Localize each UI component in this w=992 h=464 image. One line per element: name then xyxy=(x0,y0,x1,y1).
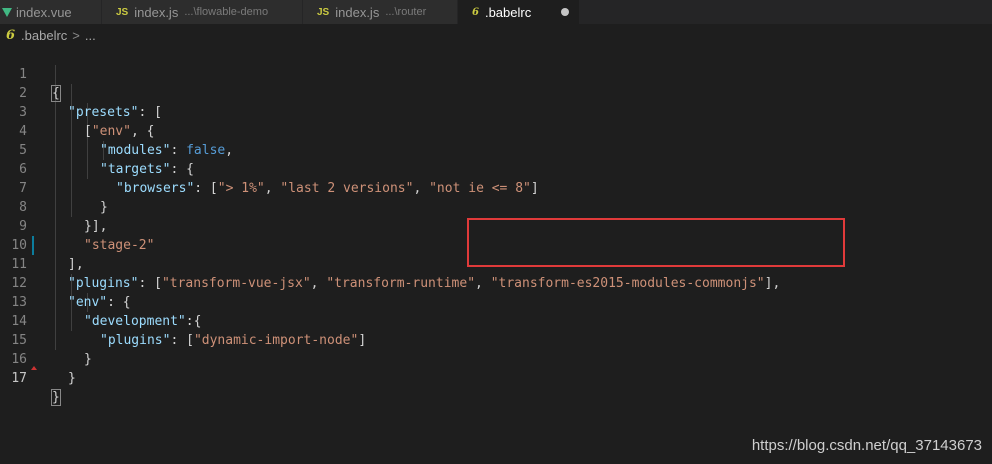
js-icon: JS xyxy=(116,6,129,18)
code-line: 8 }], xyxy=(0,179,992,234)
code-line: 6 "browsers": ["> 1%", "last 2 versions"… xyxy=(0,141,992,196)
editor-tab-bar: index.vue JS index.js ...\flowable-demo … xyxy=(0,0,992,24)
punctuation: } xyxy=(68,371,76,386)
code-line: 3 ["env", { xyxy=(0,84,992,139)
breadcrumb-file[interactable]: .babelrc xyxy=(21,28,67,43)
code-line: 13 "development":{ xyxy=(0,274,992,329)
watermark: https://blog.csdn.net/qq_37143673 xyxy=(751,437,982,454)
babel-icon: 6 xyxy=(472,6,479,18)
breadcrumb-more[interactable]: ... xyxy=(85,28,96,43)
tab-index-js-flowable-demo[interactable]: JS index.js ...\flowable-demo xyxy=(102,0,303,24)
vscode-editor-window: index.vue JS index.js ...\flowable-demo … xyxy=(0,0,992,464)
babel-icon: 6 xyxy=(6,27,16,43)
code-line: 7 } xyxy=(0,160,992,215)
tab-label: .babelrc xyxy=(484,4,532,20)
code-line: 5 "targets": { xyxy=(0,122,992,177)
chevron-right-icon: > xyxy=(72,27,80,43)
line-code: } xyxy=(51,388,61,407)
line-code: } xyxy=(68,369,76,388)
code-line: 1 { xyxy=(0,46,992,102)
annotation-highlight-box xyxy=(467,218,845,267)
tab-babelrc[interactable]: 6 .babelrc xyxy=(458,0,580,24)
line-number: 17 xyxy=(11,371,27,386)
tab-label: index.vue xyxy=(16,4,72,20)
tab-index-js-router[interactable]: JS index.js ...\router xyxy=(303,0,458,24)
vue-icon xyxy=(2,7,12,17)
tab-label: index.js xyxy=(134,4,179,20)
code-line: 9 "stage-2" xyxy=(0,198,992,253)
tab-description: ...\flowable-demo xyxy=(184,6,269,18)
matched-brace: } xyxy=(51,389,61,406)
breadcrumb: 6 .babelrc > ... xyxy=(0,24,992,46)
code-line: 16 } xyxy=(0,331,992,386)
code-line: 4 "modules": false, xyxy=(0,103,992,158)
code-line-current: 17 } xyxy=(0,350,992,406)
code-line: 14 "plugins": ["dynamic-import-node"] xyxy=(0,293,992,348)
code-line: 15 } xyxy=(0,312,992,367)
js-icon: JS xyxy=(317,6,330,18)
tab-label: index.js xyxy=(335,4,380,20)
tab-index-vue[interactable]: index.vue xyxy=(0,0,102,24)
tab-description: ...\router xyxy=(385,6,427,18)
unsaved-dot-icon[interactable] xyxy=(561,8,569,16)
code-line: 2 "presets": [ xyxy=(0,65,992,120)
